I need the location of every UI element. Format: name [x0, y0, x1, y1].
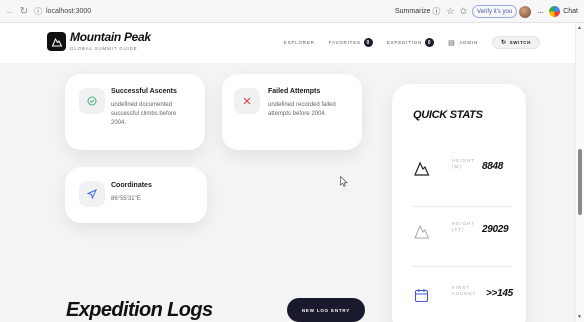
info-icon[interactable]: ⓘ [34, 6, 44, 17]
bookmark-star-icon[interactable]: ☆ [446, 6, 454, 17]
navigation-arrow-icon [87, 189, 97, 199]
stat-row-height-ft: HEIGHT (FT) 29029 [412, 216, 512, 246]
browser-toolbar: ← ↻ ⓘ localhost:3000 Summarize ⓘ ☆ ✩ Ver… [0, 0, 584, 23]
mouse-cursor-icon [340, 176, 348, 187]
nav-favorites-label: FAVORITES [328, 40, 361, 45]
stat-label-line1: HEIGHT [452, 158, 476, 163]
failed-attempts-card: Failed Attempts undefined recorded faile… [222, 74, 362, 150]
stat-divider [412, 206, 512, 207]
mountain-logo-icon [51, 37, 62, 46]
chat-button[interactable]: Chat [563, 8, 578, 15]
nav-explorer[interactable]: EXPLORER [284, 40, 315, 45]
stat-label-height-ft: HEIGHT (FT) [452, 221, 474, 233]
main-content: Successful Ascents undefined documented … [0, 63, 575, 322]
stat-row-first-ascent: FIRST ASCENT >>145 [412, 280, 513, 310]
admin-icon: ▤ [448, 39, 456, 47]
coordinates-title: Coordinates [111, 182, 152, 189]
summarize-button[interactable]: Summarize [395, 8, 430, 15]
successful-icon-wrap [79, 88, 105, 114]
switch-icon: ↻ [501, 40, 507, 46]
stat-label-line1: HEIGHT [452, 221, 476, 226]
expedition-logs-heading: Expedition Logs [66, 299, 213, 321]
logo[interactable] [47, 32, 66, 51]
new-log-entry-button[interactable]: NEW LOG ENTRY [287, 298, 365, 322]
stat-value-height-ft: 29029 [482, 224, 509, 235]
stat-label-line2: (M) [452, 164, 462, 169]
brand: Mountain Peak GLOBAL SUMMIT GUIDE [70, 30, 151, 52]
reload-icon[interactable]: ↻ [18, 6, 30, 17]
successful-ascents-description: undefined documented successful climbs b… [111, 102, 177, 126]
favorites-icon[interactable]: ✩ [459, 6, 467, 17]
page-scrollbar[interactable]: ▲ ▼ [575, 23, 584, 322]
nav-admin[interactable]: ▤ ADMIN [448, 39, 478, 47]
url-text[interactable]: localhost:3000 [46, 8, 91, 15]
favorites-count-badge: 0 [363, 38, 373, 47]
successful-ascents-title: Successful Ascents [111, 88, 177, 95]
address-bar[interactable]: ⓘ localhost:3000 [34, 4, 404, 19]
brand-name: Mountain Peak [70, 30, 151, 44]
calendar-icon [414, 289, 429, 303]
main-nav: EXPLORER FAVORITES 0 EXPEDITION 0 ▤ ADMI… [284, 36, 575, 49]
failed-attempts-description: undefined recorded failed attempts befor… [268, 102, 336, 117]
scrollbar-thumb[interactable] [578, 149, 582, 215]
avatar[interactable] [519, 5, 532, 18]
mountain-icon [414, 161, 430, 176]
stat-label-height-m: HEIGHT (M) [452, 158, 474, 170]
check-circle-icon [87, 96, 97, 106]
coordinates-value: 86°55'31"E [111, 196, 141, 202]
failed-icon-wrap [234, 88, 260, 114]
switch-button[interactable]: ↻ SWITCH [492, 36, 540, 49]
app-header: Mountain Peak GLOBAL SUMMIT GUIDE EXPLOR… [0, 23, 575, 63]
failed-attempts-title: Failed Attempts [268, 88, 321, 95]
nav-admin-label: ADMIN [459, 40, 478, 45]
quick-stats-panel: QUICK STATS HEIGHT (M) 8848 HEIGHT (FT) 29… [392, 84, 526, 322]
scroll-down-icon[interactable]: ▼ [577, 314, 582, 320]
more-icon[interactable]: ··· [537, 7, 544, 17]
successful-ascents-card: Successful Ascents undefined documented … [65, 74, 205, 150]
stat-label-line2: (FT) [452, 227, 465, 232]
quick-stats-title: QUICK STATS [413, 109, 483, 121]
nav-favorites[interactable]: FAVORITES 0 [329, 38, 373, 47]
stat-label-first-ascent: FIRST ASCENT [452, 285, 477, 297]
summarize-icon[interactable]: ⓘ [432, 6, 440, 17]
stat-label-line2: ASCENT [452, 291, 477, 296]
switch-label: SWITCH [509, 40, 531, 45]
copilot-icon[interactable] [549, 6, 561, 17]
nav-expedition-label: EXPEDITION [386, 40, 423, 45]
verify-profile-button[interactable]: Verify it's you [472, 5, 518, 18]
stat-label-line1: FIRST [452, 285, 470, 290]
mountain-outline-icon [414, 224, 430, 239]
scroll-up-icon[interactable]: ▲ [577, 25, 582, 31]
stat-value-first-ascent: >>145 [486, 288, 513, 299]
expedition-count-badge: 0 [425, 38, 435, 47]
stat-divider [412, 266, 512, 267]
brand-subtitle: GLOBAL SUMMIT GUIDE [70, 46, 138, 51]
coordinates-icon-wrap [79, 181, 105, 207]
x-icon [243, 97, 251, 105]
back-icon[interactable]: ← [4, 6, 16, 17]
nav-expedition[interactable]: EXPEDITION 0 [386, 38, 435, 47]
stat-row-height-m: HEIGHT (M) 8848 [412, 153, 512, 183]
coordinates-card: Coordinates 86°55'31"E [65, 167, 207, 223]
stat-value-height-m: 8848 [482, 161, 504, 172]
